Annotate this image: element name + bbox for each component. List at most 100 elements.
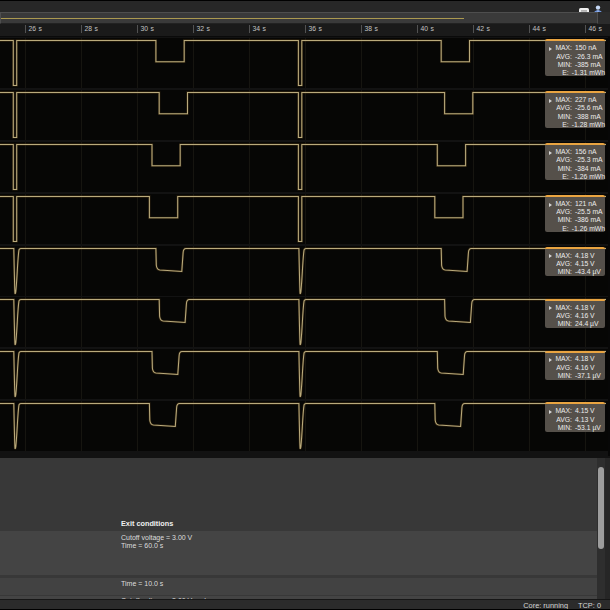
stats-line: AVG:4.13 V [545,416,605,424]
stats-marker-icon [549,151,552,155]
stats-label: AVG: [545,208,572,216]
stats-line: MAX:4.18 V [545,355,605,363]
stats-value: -384 mA [575,165,601,173]
stats-value: 4.18 V [575,304,595,312]
stats-marker-icon [549,203,552,207]
stats-line: AVG:4.16 V [545,312,605,320]
user-icon[interactable] [592,1,604,11]
waveform-strip-current-1[interactable]: MAX:150 nAAVG:-26.3 mAMIN:-385 mAE:-1.31… [0,38,610,88]
stats-marker-icon [549,306,552,310]
tick-label: 30 s [140,25,154,32]
channel-stats-box[interactable]: MAX:4.18 VAVG:4.16 VMIN:-37.1 µV [545,351,605,380]
stats-value: -1.26 mWh [572,173,605,181]
stats-line: AVG:-25.3 mA [545,156,605,164]
stats-line: MIN:-384 mA [545,165,605,173]
channel-stats-box[interactable]: MAX:227 nAAVG:-25.6 mAMIN:-388 mAE:-1.28… [545,91,605,128]
stats-line: AVG:-26.3 mA [545,53,605,61]
stats-value: -37.1 µV [575,372,601,380]
stats-line: MAX:121 nA [545,200,605,208]
stats-value: 227 nA [575,96,597,104]
exit-conditions-header: Exit conditions [121,519,173,528]
stats-value: 4.18 V [575,355,595,363]
status-bar: Core: running TCP: 0 [0,599,610,609]
tick-label: 26 s [28,25,42,32]
waveform-trace [0,194,610,244]
condition-block[interactable] [0,578,597,595]
stats-line: MAX:4.18 V [545,304,605,312]
stats-label: AVG: [545,104,572,112]
stats-value: -53.1 µV [575,424,601,432]
tick-label: 36 s [308,25,322,32]
waveform-trace [0,90,610,140]
tick-label: 34 s [252,25,266,32]
stats-label: MIN: [545,165,572,173]
stats-label: AVG: [545,53,572,61]
channel-stats-box[interactable]: MAX:4.15 VAVG:4.13 VMIN:-53.1 µV [545,402,605,431]
stats-value: 4.16 V [575,364,595,372]
time-axis[interactable]: 26 s28 s30 s32 s34 s36 s38 s40 s42 s44 s… [0,24,610,37]
condition-block[interactable] [0,531,597,575]
stats-value: -1.26 mWh [572,225,605,233]
waveform-strip-voltage-1[interactable]: MAX:4.18 VAVG:4.15 VMIN:-43.4 µV [0,246,610,296]
condition-text: Cutoff voltage = 3.00 V Time = 60.0 s [121,534,192,550]
stats-marker-icon [549,254,552,258]
stats-label: MIN: [545,61,572,69]
overview-trace [1,18,464,19]
waveform-strip-current-3[interactable]: MAX:156 nAAVG:-25.3 mAMIN:-384 mAE:-1.26… [0,142,610,192]
stats-line: MAX:4.18 V [545,252,605,260]
stats-label: E: [545,69,569,77]
channel-stats-box[interactable]: MAX:4.18 VAVG:4.15 VMIN:-43.4 µV [545,247,605,276]
recording-overview-minimap[interactable] [0,12,598,24]
stats-line: MIN:-385 mA [545,61,605,69]
waveform-strip-voltage-3[interactable]: MAX:4.18 VAVG:4.16 VMIN:-37.1 µV [0,349,610,399]
channel-stats-box[interactable]: MAX:150 nAAVG:-26.3 mAMIN:-385 mAE:-1.31… [545,39,605,76]
tick-label: 38 s [364,25,378,32]
stats-value: 4.16 V [575,312,595,320]
stats-marker-icon [549,358,552,362]
stats-label: AVG: [545,156,572,164]
channel-stats-box[interactable]: MAX:121 nAAVG:-25.5 mAMIN:-386 mAE:-1.26… [545,195,605,232]
channel-stats-box[interactable]: MAX:4.18 VAVG:4.16 VMIN:24.4 µV [545,299,605,328]
stats-line: AVG:-25.6 mA [545,104,605,112]
waveform-area[interactable]: MAX:150 nAAVG:-26.3 mAMIN:-385 mAE:-1.31… [0,37,610,456]
stats-value: -43.4 µV [575,268,601,276]
stats-value: 156 nA [575,148,597,156]
stats-label: E: [545,173,569,181]
scrollbar-thumb[interactable] [598,467,604,549]
stats-value: 150 nA [575,44,597,52]
stats-line: MIN:-43.4 µV [545,268,605,276]
top-toolbar [0,0,610,12]
waveform-strip-voltage-4[interactable]: MAX:4.15 VAVG:4.13 VMIN:-53.1 µV [0,401,610,451]
tick-mark [305,25,306,34]
stats-line: MAX:156 nA [545,148,605,156]
stats-value: -385 mA [575,61,601,69]
stats-label: AVG: [545,416,572,424]
tick-mark [81,25,82,34]
waveform-strip-voltage-2[interactable]: MAX:4.18 VAVG:4.16 VMIN:24.4 µV [0,297,610,347]
stats-label: MIN: [545,113,572,121]
stats-value: -1.31 mWh [572,69,605,77]
stats-value: 4.15 V [575,407,595,415]
channel-stats-box[interactable]: MAX:156 nAAVG:-25.3 mAMIN:-384 mAE:-1.26… [545,143,605,180]
stats-label: E: [545,121,569,129]
panel-right-spacer [605,458,610,601]
tick-label: 32 s [196,25,210,32]
stats-label: MIN: [545,216,572,224]
waveform-trace [0,297,610,347]
tick-mark [361,25,362,34]
stats-marker-icon [549,410,552,414]
stats-line: MIN:-53.1 µV [545,424,605,432]
scrollbar-track[interactable] [597,458,605,601]
stats-label: AVG: [545,312,572,320]
waveform-strip-current-4[interactable]: MAX:121 nAAVG:-25.5 mAMIN:-386 mAE:-1.26… [0,194,610,244]
stats-value: -25.6 mA [575,104,603,112]
stats-label: E: [545,225,569,233]
document-list-icon[interactable] [579,2,589,10]
stats-line: MIN:-388 mA [545,113,605,121]
waveform-trace [0,38,610,88]
waveform-strip-current-2[interactable]: MAX:227 nAAVG:-25.6 mAMIN:-388 mAE:-1.28… [0,90,610,140]
stats-value: -26.3 mA [575,53,603,61]
tick-mark [25,25,26,34]
stats-line: MIN:-37.1 µV [545,372,605,380]
tick-mark [473,25,474,34]
